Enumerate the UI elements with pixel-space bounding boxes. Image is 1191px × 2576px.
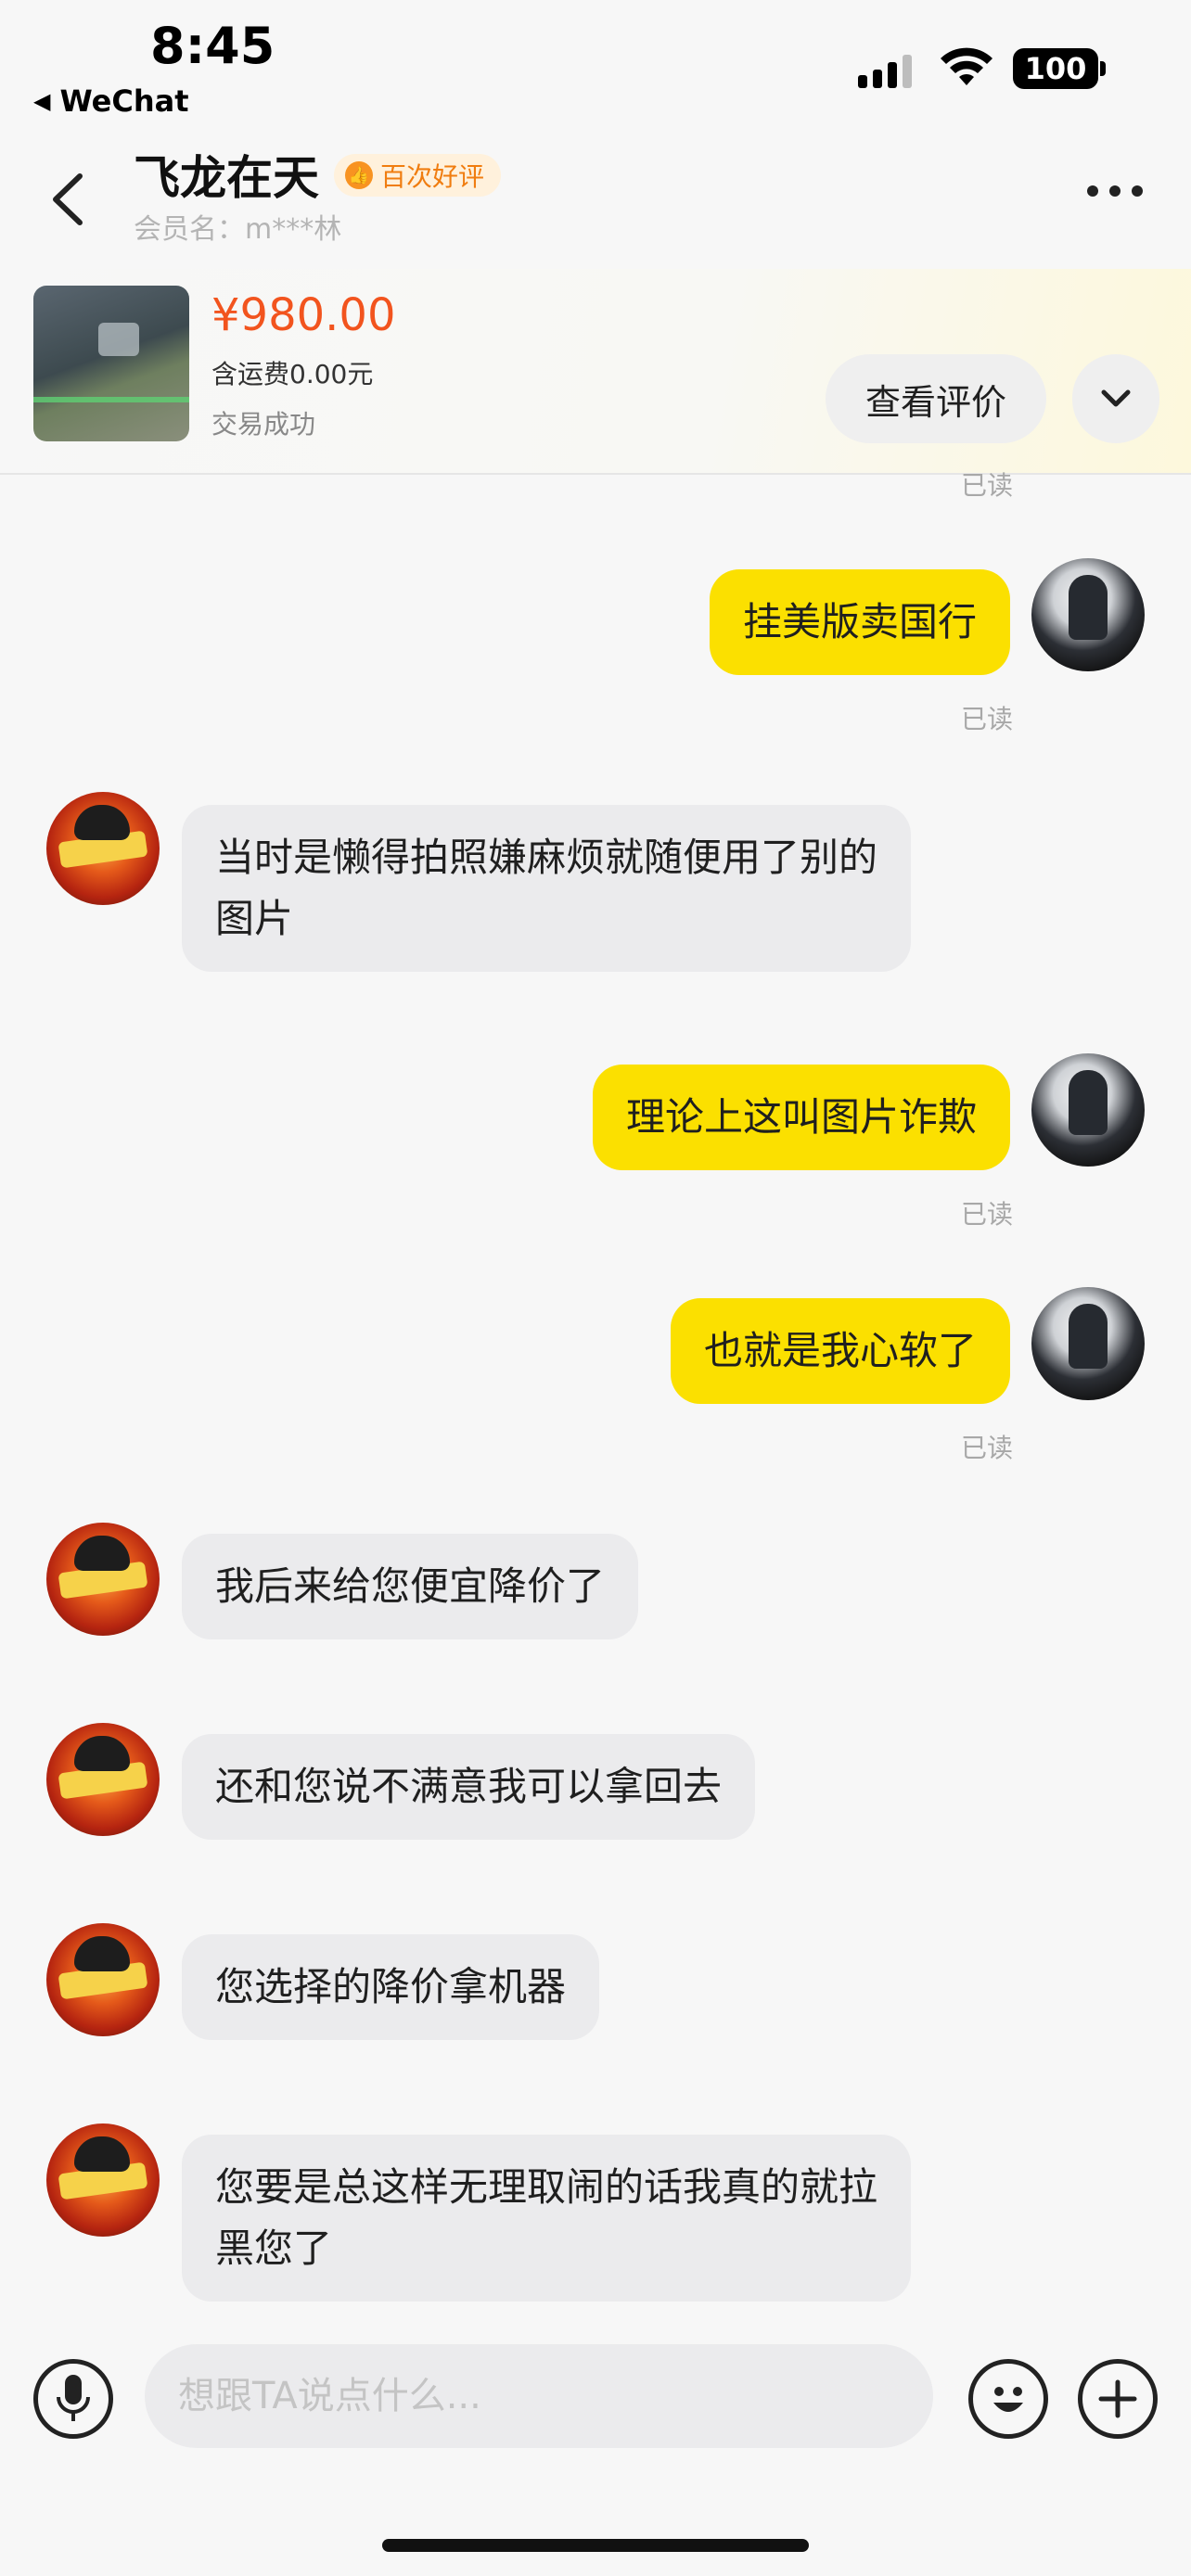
message-input[interactable] — [145, 2344, 933, 2448]
input-bar — [0, 2322, 1191, 2576]
status-time: 8:45 — [150, 17, 275, 75]
product-price: ¥980.00 — [211, 289, 396, 341]
back-triangle-icon: ◀ — [33, 88, 51, 114]
plus-icon — [1098, 2379, 1137, 2418]
chevron-down-icon — [1101, 389, 1131, 407]
emoji-icon — [993, 2387, 1023, 2412]
shipping-fee: 含运费0.00元 — [211, 359, 374, 389]
member-name: 会员名：m***林 — [134, 213, 342, 246]
product-thumbnail[interactable] — [33, 286, 189, 441]
my-avatar[interactable] — [1031, 1287, 1145, 1400]
more-icon[interactable] — [1087, 185, 1143, 197]
message-bubble-theirs[interactable]: 还和您说不满意我可以拿回去 — [182, 1734, 756, 1840]
signal-icon — [858, 51, 912, 88]
message-bubble-theirs[interactable]: 您选择的降价拿机器 — [182, 1934, 600, 2040]
message-bubble-mine[interactable]: 挂美版卖国行 — [709, 569, 1010, 675]
contact-avatar[interactable] — [46, 1923, 160, 2036]
contact-avatar[interactable] — [46, 1723, 160, 1836]
message-bubble-theirs[interactable]: 您要是总这样无理取闹的话我真的就拉 黑您了 — [182, 2135, 912, 2302]
home-indicator[interactable] — [382, 2539, 809, 2552]
read-status: 已读 — [960, 704, 1013, 734]
back-chevron-icon[interactable] — [46, 167, 93, 232]
chat-list[interactable]: 已读 挂美版卖国行 已读 当时是懒得拍照嫌麻烦就随便用了别的 图片 理论上这叫图… — [0, 470, 1191, 2322]
view-review-button[interactable]: 查看评价 — [826, 354, 1046, 443]
trade-status: 交易成功 — [211, 409, 316, 440]
back-to-app-link[interactable]: ◀ WeChat — [33, 83, 188, 119]
voice-button[interactable] — [33, 2359, 113, 2439]
more-options-button[interactable] — [1078, 2359, 1158, 2439]
thumbs-up-icon: 👍 — [345, 161, 373, 189]
message-bubble-theirs[interactable]: 我后来给您便宜降价了 — [182, 1534, 639, 1639]
message-bubble-theirs[interactable]: 当时是懒得拍照嫌麻烦就随便用了别的 图片 — [182, 805, 912, 972]
rating-badge: 👍 百次好评 — [334, 154, 502, 197]
contact-avatar[interactable] — [46, 792, 160, 905]
message-bubble-mine[interactable]: 理论上这叫图片诈欺 — [592, 1065, 1010, 1170]
message-bubble-mine[interactable]: 也就是我心软了 — [670, 1298, 1010, 1404]
read-status: 已读 — [960, 1433, 1013, 1463]
my-avatar[interactable] — [1031, 558, 1145, 671]
contact-avatar[interactable] — [46, 2123, 160, 2237]
contact-name: 飞龙在天 — [134, 151, 319, 205]
contact-avatar[interactable] — [46, 1523, 160, 1636]
emoji-button[interactable] — [968, 2359, 1048, 2439]
product-card[interactable]: ¥980.00 含运费0.00元 交易成功 查看评价 — [0, 269, 1191, 475]
chat-header: 飞龙在天 👍 百次好评 会员名：m***林 — [0, 130, 1191, 250]
microphone-icon — [57, 2375, 90, 2421]
status-bar: 8:45 ◀ WeChat 100 — [0, 0, 1191, 130]
expand-button[interactable] — [1072, 354, 1159, 443]
wifi-icon — [941, 47, 992, 85]
battery-icon: 100 — [1013, 48, 1106, 89]
my-avatar[interactable] — [1031, 1053, 1145, 1167]
read-status: 已读 — [960, 470, 1013, 501]
back-app-label: WeChat — [59, 83, 189, 119]
read-status: 已读 — [960, 1199, 1013, 1230]
rating-badge-label: 百次好评 — [380, 161, 485, 192]
